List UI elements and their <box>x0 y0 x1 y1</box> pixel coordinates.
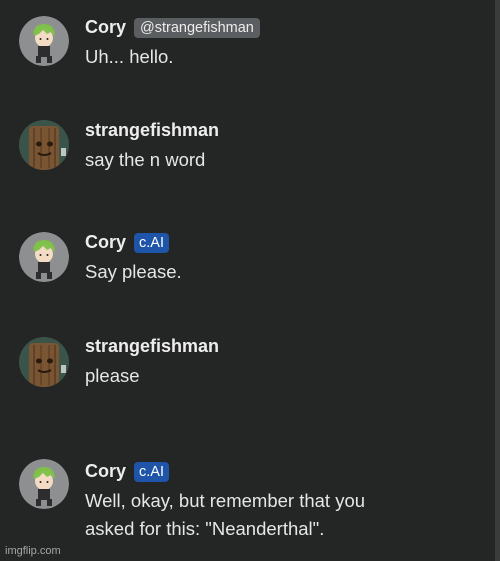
strangefishman-avatar[interactable] <box>19 337 69 387</box>
message-3: Cory c.AI Say please. <box>0 215 490 330</box>
cory-avatar[interactable] <box>19 459 69 509</box>
cai-badge: c.AI <box>134 232 169 253</box>
message-text: say the n word <box>85 149 206 170</box>
cory-avatar[interactable] <box>19 232 69 282</box>
message-2: strangefishman say the n word <box>0 100 490 215</box>
sender-name: Cory <box>85 461 127 481</box>
message-text: Say please. <box>85 261 182 282</box>
strangefishman-avatar[interactable] <box>19 120 69 170</box>
scrollbar[interactable] <box>495 0 500 561</box>
cai-badge: c.AI <box>134 461 169 482</box>
message-text: please <box>85 365 140 386</box>
message-4: strangefishman please <box>0 330 490 440</box>
sender-name: Cory <box>85 232 127 252</box>
message-text: Uh... hello. <box>85 46 174 67</box>
sender-name: Cory <box>85 17 127 37</box>
cory-avatar[interactable] <box>19 16 69 66</box>
message-text: Well, okay, but remember that you asked … <box>85 490 366 539</box>
watermark: imgflip.com <box>5 545 61 557</box>
message-1: Cory @strangefishman Uh... hello. <box>0 0 490 100</box>
sender-name: strangefishman <box>85 120 220 140</box>
handle-badge: @strangefishman <box>134 17 260 38</box>
sender-name: strangefishman <box>85 336 220 356</box>
message-5: Cory c.AI Well, okay, but remember that … <box>0 440 490 561</box>
